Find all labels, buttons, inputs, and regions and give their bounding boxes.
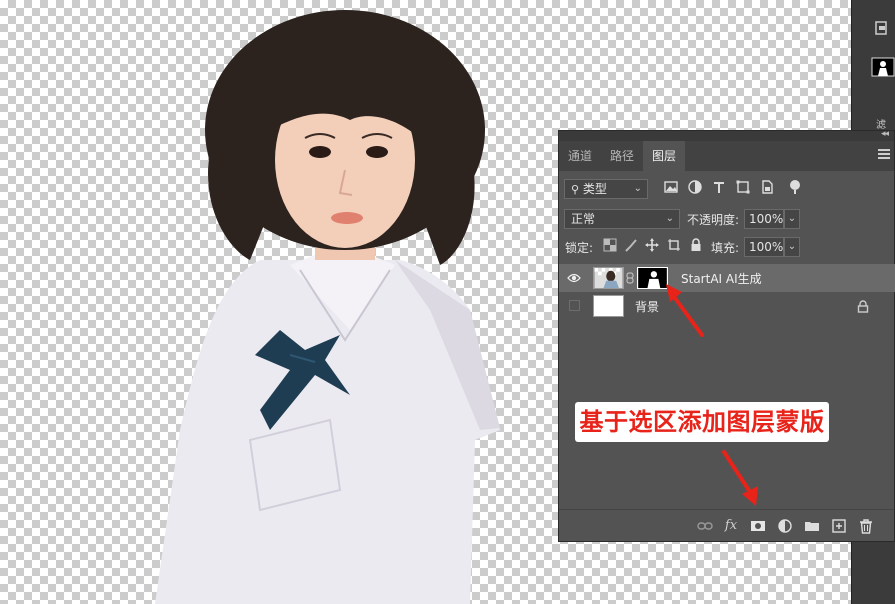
panel-tabs: 通道 路径 图层 bbox=[559, 141, 894, 171]
collapse-panel-icon[interactable]: ◂◂ bbox=[881, 129, 889, 139]
search-icon: ⚲ bbox=[571, 183, 580, 196]
chevron-down-icon: ⌄ bbox=[665, 213, 674, 224]
fill-input[interactable]: 100% bbox=[744, 237, 784, 257]
eye-visibility-icon[interactable] bbox=[567, 272, 581, 284]
tab-layers[interactable]: 图层 bbox=[643, 141, 686, 171]
lock-position-icon[interactable] bbox=[645, 238, 659, 252]
dock-layer-mask-thumbnail-icon[interactable] bbox=[868, 56, 895, 78]
shape-filter-icon[interactable] bbox=[735, 179, 751, 195]
lock-all-icon[interactable] bbox=[689, 238, 703, 252]
adjustment-layer-icon[interactable] bbox=[777, 518, 793, 534]
annotation-callout: 基于选区添加图层蒙版 bbox=[575, 402, 829, 442]
layers-bottom-toolbar: fx bbox=[559, 509, 894, 541]
lock-label: 锁定: bbox=[565, 241, 594, 255]
layer-thumbnail[interactable] bbox=[593, 267, 624, 289]
dock-properties-icon[interactable] bbox=[868, 18, 895, 40]
layer-name-background[interactable]: 背景 bbox=[635, 298, 659, 315]
arrow-to-add-mask-icon bbox=[722, 450, 758, 506]
background-thumbnail[interactable] bbox=[593, 295, 624, 317]
fill-label: 填充: bbox=[711, 241, 740, 255]
trash-icon[interactable] bbox=[858, 518, 874, 534]
lock-artboard-icon[interactable] bbox=[667, 238, 681, 252]
visibility-toggle-empty[interactable] bbox=[569, 300, 580, 311]
type-filter-icon[interactable] bbox=[711, 179, 727, 195]
tab-channels[interactable]: 通道 bbox=[559, 141, 601, 171]
lock-image-pixels-icon[interactable] bbox=[624, 238, 638, 252]
smart-object-filter-icon[interactable] bbox=[759, 179, 775, 195]
new-layer-icon[interactable] bbox=[831, 518, 847, 534]
filter-type-value: 类型 bbox=[582, 182, 607, 196]
chevron-down-icon: ⌄ bbox=[633, 183, 642, 194]
blend-mode-select[interactable]: 正常 ⌄ bbox=[564, 209, 680, 229]
opacity-input[interactable]: 100% bbox=[744, 209, 784, 229]
fill-dropdown-button[interactable]: ⌄ bbox=[784, 237, 800, 257]
opacity-dropdown-button[interactable]: ⌄ bbox=[784, 209, 800, 229]
lock-transparent-pixels-icon[interactable] bbox=[603, 238, 617, 252]
arrow-to-mask-icon bbox=[666, 284, 704, 337]
image-filter-icon[interactable] bbox=[663, 179, 679, 195]
panel-header-bar[interactable]: ◂◂ bbox=[559, 129, 894, 141]
filter-toggle-icon[interactable] bbox=[787, 179, 803, 195]
layer-filter-type-select[interactable]: ⚲ 类型 ⌄ bbox=[564, 179, 648, 199]
adjustment-filter-icon[interactable] bbox=[687, 179, 703, 195]
panel-menu-icon[interactable] bbox=[878, 149, 890, 161]
subject-photo bbox=[155, 10, 500, 604]
layer-row-startai[interactable]: StartAI AI生成 bbox=[559, 264, 895, 292]
chain-link-icon[interactable] bbox=[626, 272, 634, 284]
tab-paths[interactable]: 路径 bbox=[601, 141, 643, 171]
fx-icon[interactable]: fx bbox=[723, 518, 739, 534]
add-mask-icon[interactable] bbox=[750, 518, 766, 534]
blend-mode-value: 正常 bbox=[571, 212, 596, 226]
link-layers-icon[interactable] bbox=[697, 518, 713, 534]
layer-row-background[interactable]: 背景 bbox=[559, 292, 895, 320]
group-folder-icon[interactable] bbox=[804, 518, 820, 534]
layer-lock-icon[interactable] bbox=[857, 300, 869, 313]
opacity-label: 不透明度: bbox=[687, 213, 740, 227]
